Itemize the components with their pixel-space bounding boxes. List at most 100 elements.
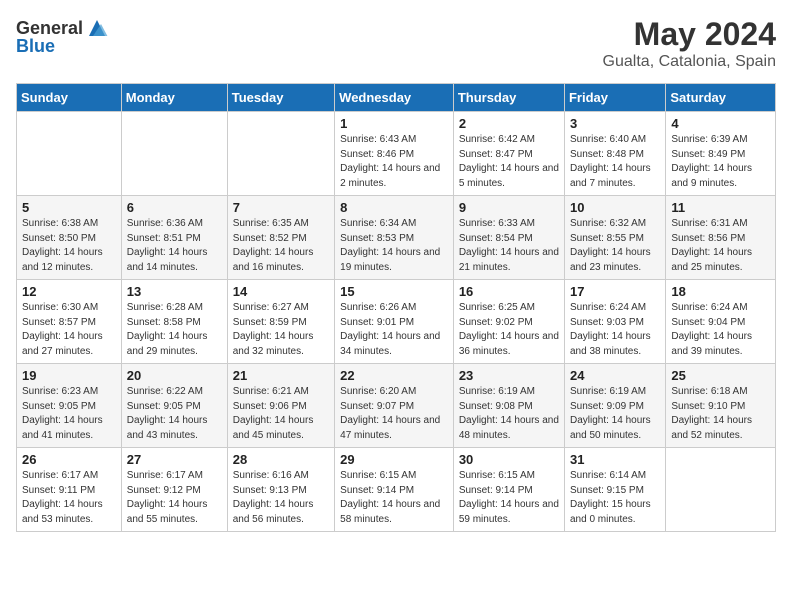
day-info: Sunrise: 6:39 AMSunset: 8:49 PMDaylight:… bbox=[671, 133, 770, 191]
day-number: 31 bbox=[570, 452, 660, 467]
day-number: 15 bbox=[340, 284, 448, 299]
calendar-cell bbox=[227, 112, 334, 196]
calendar-cell: 1Sunrise: 6:43 AMSunset: 8:46 PMDaylight… bbox=[335, 112, 454, 196]
day-number: 2 bbox=[459, 116, 559, 131]
day-number: 30 bbox=[459, 452, 559, 467]
day-info: Sunrise: 6:26 AMSunset: 9:01 PMDaylight:… bbox=[340, 301, 448, 359]
calendar-cell: 14 Sunrise: 6:27 AMSunset: 8:59 PMDayligh… bbox=[227, 280, 334, 364]
weekday-header: Tuesday bbox=[227, 84, 334, 112]
calendar-week-row: 5Sunrise: 6:38 AMSunset: 8:50 PMDaylight… bbox=[17, 196, 776, 280]
day-number: 9 bbox=[459, 200, 559, 215]
day-info: Sunrise: 6:24 AMSunset: 9:04 PMDaylight:… bbox=[671, 301, 770, 359]
day-info: Sunrise: 6:42 AMSunset: 8:47 PMDaylight:… bbox=[459, 133, 559, 191]
calendar-cell: 26 Sunrise: 6:17 AMSunset: 9:11 PMDayligh… bbox=[17, 448, 122, 532]
calendar-cell: 31 Sunrise: 6:14 AMSunset: 9:15 PMDayligh… bbox=[564, 448, 665, 532]
calendar-week-row: 1Sunrise: 6:43 AMSunset: 8:46 PMDaylight… bbox=[17, 112, 776, 196]
day-info: Sunrise: 6:36 AMSunset: 8:51 PMDaylight:… bbox=[127, 217, 222, 275]
day-info: Sunrise: 6:20 AMSunset: 9:07 PMDaylight:… bbox=[340, 385, 448, 443]
day-number: 17 bbox=[570, 284, 660, 299]
calendar-cell: 15 Sunrise: 6:26 AMSunset: 9:01 PMDayligh… bbox=[335, 280, 454, 364]
calendar-cell: 3 Sunrise: 6:40 AMSunset: 8:48 PMDaylight… bbox=[564, 112, 665, 196]
location-subtitle: Gualta, Catalonia, Spain bbox=[603, 53, 776, 71]
calendar-cell: 7Sunrise: 6:35 AMSunset: 8:52 PMDaylight… bbox=[227, 196, 334, 280]
weekday-header: Thursday bbox=[453, 84, 564, 112]
day-number: 13 bbox=[127, 284, 222, 299]
logo: General Blue bbox=[16, 16, 109, 57]
day-number: 28 bbox=[233, 452, 329, 467]
day-number: 25 bbox=[671, 368, 770, 383]
calendar-cell: 10 Sunrise: 6:32 AMSunset: 8:55 PMDayligh… bbox=[564, 196, 665, 280]
day-number: 14 bbox=[233, 284, 329, 299]
day-number: 8 bbox=[340, 200, 448, 215]
day-info: Sunrise: 6:17 AMSunset: 9:12 PMDaylight:… bbox=[127, 469, 222, 527]
day-number: 3 bbox=[570, 116, 660, 131]
day-info: Sunrise: 6:18 AMSunset: 9:10 PMDaylight:… bbox=[671, 385, 770, 443]
calendar-cell: 16 Sunrise: 6:25 AMSunset: 9:02 PMDayligh… bbox=[453, 280, 564, 364]
calendar-cell: 22 Sunrise: 6:20 AMSunset: 9:07 PMDayligh… bbox=[335, 364, 454, 448]
day-info: Sunrise: 6:15 AMSunset: 9:14 PMDaylight:… bbox=[340, 469, 448, 527]
calendar-week-row: 12 Sunrise: 6:30 AMSunset: 8:57 PMDayligh… bbox=[17, 280, 776, 364]
weekday-header: Sunday bbox=[17, 84, 122, 112]
day-number: 22 bbox=[340, 368, 448, 383]
day-info: Sunrise: 6:14 AMSunset: 9:15 PMDaylight:… bbox=[570, 469, 660, 527]
calendar-week-row: 26 Sunrise: 6:17 AMSunset: 9:11 PMDayligh… bbox=[17, 448, 776, 532]
weekday-header: Saturday bbox=[666, 84, 776, 112]
calendar-cell: 4 Sunrise: 6:39 AMSunset: 8:49 PMDaylight… bbox=[666, 112, 776, 196]
day-info: Sunrise: 6:19 AMSunset: 9:08 PMDaylight:… bbox=[459, 385, 559, 443]
page-header: General Blue May 2024 Gualta, Catalonia,… bbox=[16, 16, 776, 71]
day-number: 11 bbox=[671, 200, 770, 215]
day-number: 1 bbox=[340, 116, 448, 131]
calendar-cell: 24 Sunrise: 6:19 AMSunset: 9:09 PMDayligh… bbox=[564, 364, 665, 448]
day-number: 10 bbox=[570, 200, 660, 215]
day-number: 20 bbox=[127, 368, 222, 383]
calendar-cell: 12 Sunrise: 6:30 AMSunset: 8:57 PMDayligh… bbox=[17, 280, 122, 364]
day-number: 19 bbox=[22, 368, 116, 383]
day-number: 12 bbox=[22, 284, 116, 299]
day-info: Sunrise: 6:40 AMSunset: 8:48 PMDaylight:… bbox=[570, 133, 660, 191]
day-info: Sunrise: 6:19 AMSunset: 9:09 PMDaylight:… bbox=[570, 385, 660, 443]
day-number: 29 bbox=[340, 452, 448, 467]
calendar-week-row: 19 Sunrise: 6:23 AMSunset: 9:05 PMDayligh… bbox=[17, 364, 776, 448]
calendar-cell: 30 Sunrise: 6:15 AMSunset: 9:14 PMDayligh… bbox=[453, 448, 564, 532]
calendar-cell bbox=[17, 112, 122, 196]
weekday-header: Friday bbox=[564, 84, 665, 112]
day-number: 24 bbox=[570, 368, 660, 383]
calendar-cell: 8Sunrise: 6:34 AMSunset: 8:53 PMDaylight… bbox=[335, 196, 454, 280]
day-info: Sunrise: 6:22 AMSunset: 9:05 PMDaylight:… bbox=[127, 385, 222, 443]
calendar-cell: 25 Sunrise: 6:18 AMSunset: 9:10 PMDayligh… bbox=[666, 364, 776, 448]
day-number: 4 bbox=[671, 116, 770, 131]
calendar-cell: 23 Sunrise: 6:19 AMSunset: 9:08 PMDayligh… bbox=[453, 364, 564, 448]
day-number: 16 bbox=[459, 284, 559, 299]
calendar-cell: 18Sunrise: 6:24 AMSunset: 9:04 PMDayligh… bbox=[666, 280, 776, 364]
calendar-table: SundayMondayTuesdayWednesdayThursdayFrid… bbox=[16, 83, 776, 532]
title-section: May 2024 Gualta, Catalonia, Spain bbox=[603, 16, 776, 71]
calendar-cell: 9Sunrise: 6:33 AMSunset: 8:54 PMDaylight… bbox=[453, 196, 564, 280]
day-info: Sunrise: 6:15 AMSunset: 9:14 PMDaylight:… bbox=[459, 469, 559, 527]
logo-icon bbox=[85, 16, 109, 40]
logo-blue: Blue bbox=[16, 36, 55, 57]
day-number: 6 bbox=[127, 200, 222, 215]
calendar-cell bbox=[121, 112, 227, 196]
calendar-cell: 28 Sunrise: 6:16 AMSunset: 9:13 PMDayligh… bbox=[227, 448, 334, 532]
day-info: Sunrise: 6:17 AMSunset: 9:11 PMDaylight:… bbox=[22, 469, 116, 527]
day-number: 26 bbox=[22, 452, 116, 467]
calendar-cell: 20 Sunrise: 6:22 AMSunset: 9:05 PMDayligh… bbox=[121, 364, 227, 448]
day-info: Sunrise: 6:27 AMSunset: 8:59 PMDaylight:… bbox=[233, 301, 329, 359]
day-info: Sunrise: 6:23 AMSunset: 9:05 PMDaylight:… bbox=[22, 385, 116, 443]
day-info: Sunrise: 6:21 AMSunset: 9:06 PMDaylight:… bbox=[233, 385, 329, 443]
day-info: Sunrise: 6:25 AMSunset: 9:02 PMDaylight:… bbox=[459, 301, 559, 359]
day-number: 21 bbox=[233, 368, 329, 383]
calendar-cell: 19 Sunrise: 6:23 AMSunset: 9:05 PMDayligh… bbox=[17, 364, 122, 448]
day-info: Sunrise: 6:30 AMSunset: 8:57 PMDaylight:… bbox=[22, 301, 116, 359]
day-info: Sunrise: 6:24 AMSunset: 9:03 PMDaylight:… bbox=[570, 301, 660, 359]
calendar-cell bbox=[666, 448, 776, 532]
day-info: Sunrise: 6:28 AMSunset: 8:58 PMDaylight:… bbox=[127, 301, 222, 359]
calendar-cell: 2 Sunrise: 6:42 AMSunset: 8:47 PMDaylight… bbox=[453, 112, 564, 196]
day-info: Sunrise: 6:32 AMSunset: 8:55 PMDaylight:… bbox=[570, 217, 660, 275]
calendar-cell: 21 Sunrise: 6:21 AMSunset: 9:06 PMDayligh… bbox=[227, 364, 334, 448]
day-number: 23 bbox=[459, 368, 559, 383]
calendar-cell: 5Sunrise: 6:38 AMSunset: 8:50 PMDaylight… bbox=[17, 196, 122, 280]
day-number: 27 bbox=[127, 452, 222, 467]
day-info: Sunrise: 6:16 AMSunset: 9:13 PMDaylight:… bbox=[233, 469, 329, 527]
calendar-cell: 6 Sunrise: 6:36 AMSunset: 8:51 PMDaylight… bbox=[121, 196, 227, 280]
